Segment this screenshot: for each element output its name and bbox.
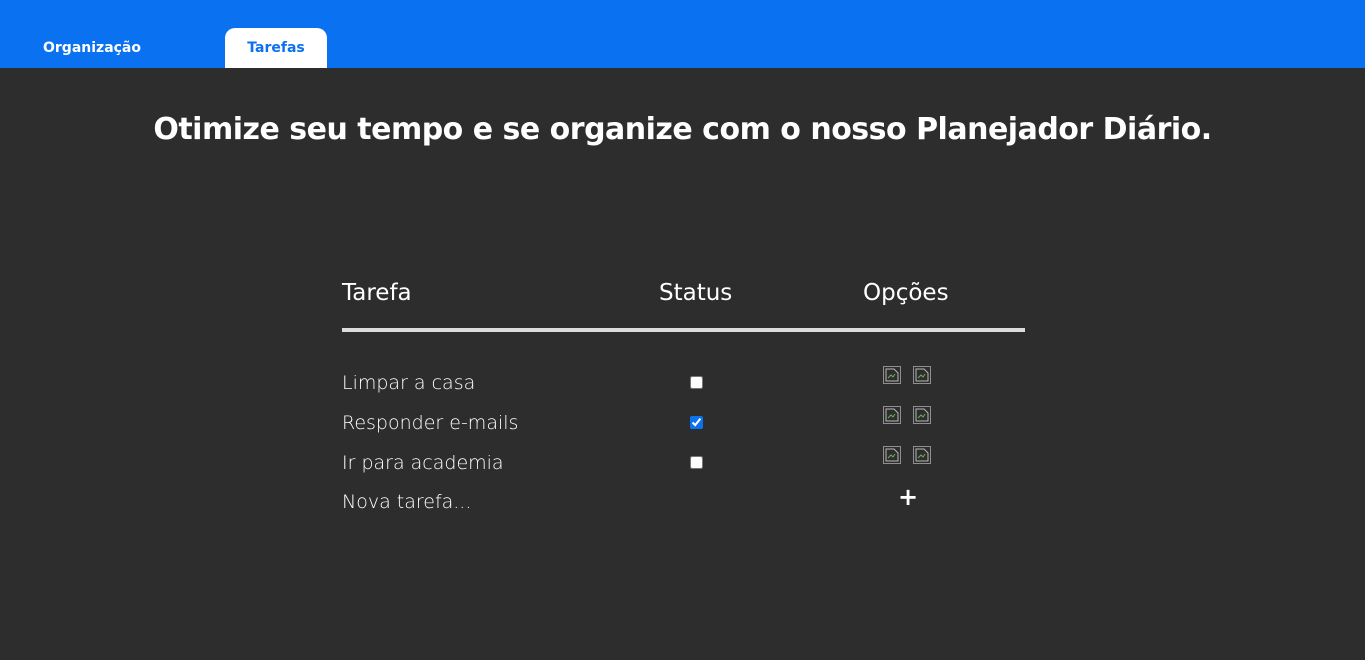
- new-task-input[interactable]: Nova tarefa...: [342, 491, 471, 513]
- top-navigation-bar: Organização Tarefas: [0, 0, 1365, 68]
- task-status-checkbox[interactable]: [690, 376, 703, 389]
- broken-image-icon[interactable]: [883, 406, 901, 424]
- tab-organizacao[interactable]: Organização: [20, 28, 164, 68]
- column-header-status: Status: [659, 280, 733, 306]
- tab-tarefas[interactable]: Tarefas: [225, 28, 327, 68]
- page-headline: Otimize seu tempo e se organize com o no…: [153, 112, 1212, 147]
- add-task-button[interactable]: +: [898, 483, 918, 511]
- broken-image-icon[interactable]: [883, 446, 901, 464]
- column-header-options: Opções: [863, 280, 949, 306]
- column-header-task: Tarefa: [342, 280, 412, 306]
- broken-image-icon[interactable]: [913, 406, 931, 424]
- task-status-checkbox[interactable]: [690, 456, 703, 469]
- task-row: Ir para academia: [342, 446, 1025, 492]
- task-status-checkbox[interactable]: [690, 416, 703, 429]
- broken-image-icon[interactable]: [883, 366, 901, 384]
- task-name: Responder e-mails: [342, 412, 519, 434]
- task-name: Limpar a casa: [342, 372, 476, 394]
- new-task-row: Nova tarefa... +: [342, 483, 1025, 531]
- broken-image-icon[interactable]: [913, 366, 931, 384]
- header-divider: [342, 328, 1025, 332]
- task-name: Ir para academia: [342, 452, 504, 474]
- broken-image-icon[interactable]: [913, 446, 931, 464]
